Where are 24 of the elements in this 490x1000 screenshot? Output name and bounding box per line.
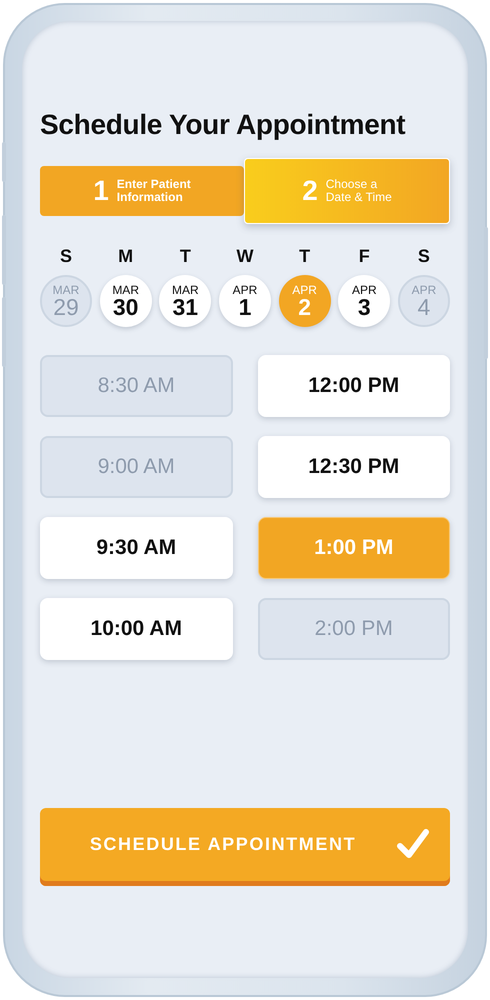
date-button[interactable]: MAR 31 [159,275,212,327]
page-title: Schedule Your Appointment [40,109,406,141]
weekday-label: S [418,246,430,267]
time-slot-button[interactable]: 9:30 AM [40,517,232,579]
date-button[interactable]: APR 2 [278,275,331,327]
time-slot-button[interactable]: 10:00 AM [40,598,232,660]
weekday-label: S [60,246,72,267]
step-number: 2 [302,175,318,207]
time-slot-button[interactable]: 12:00 PM [258,355,450,417]
date-button[interactable]: MAR 30 [100,275,152,327]
weekday-label: M [118,246,134,267]
weekday-label: W [236,246,254,267]
step-label: Choose a Date & Time [326,178,392,204]
weekday-label: T [180,246,191,267]
step-label: Enter Patient Information [116,178,191,204]
step-number: 1 [93,175,109,207]
date-button[interactable]: APR 1 [218,275,271,327]
weekday-label: F [358,246,370,267]
schedule-button[interactable]: SCHEDULE APPOINTMENT [40,808,450,886]
time-slot-button[interactable]: 1:00 PM [258,517,450,579]
checkmark-icon [396,828,430,860]
weekday-label: T [299,246,310,267]
date-button[interactable]: APR 3 [338,275,390,327]
time-slot-button[interactable]: 12:30 PM [258,436,450,498]
